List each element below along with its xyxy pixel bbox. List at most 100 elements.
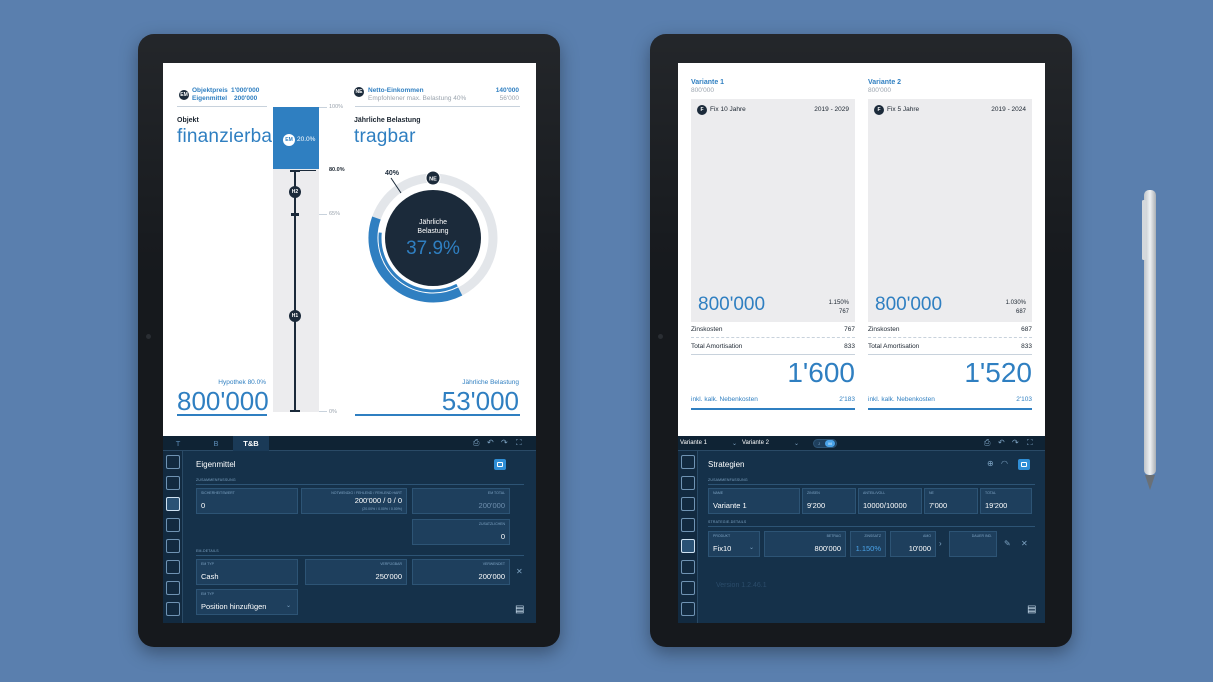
amo-field[interactable]: AMO 10'000 xyxy=(890,531,936,557)
variant2-card[interactable]: F Fix 5 Jahre 2019 - 2024 1.030% 687 800… xyxy=(868,99,1032,322)
em-typ-field[interactable]: EM TYP Cash xyxy=(196,559,298,585)
hypothek-value: 800'000 xyxy=(177,386,269,416)
camera-button[interactable] xyxy=(1018,459,1030,470)
zusammenfassung-label: ZUSAMMENFASSUNG xyxy=(708,478,748,482)
variant1-fix: Fix 10 Jahre xyxy=(710,106,746,113)
sidebar-house-icon[interactable] xyxy=(681,476,695,490)
jm-toggle[interactable]: J M xyxy=(813,439,837,448)
variant2-title: Variante 2 xyxy=(868,79,902,86)
tab-b[interactable]: B xyxy=(201,436,231,451)
jb-label: Jährliche Belastung xyxy=(462,379,519,386)
zinsen-field: ZINSEN 9'200 xyxy=(802,488,856,514)
zusammenfassung-label: ZUSAMMENFASSUNG xyxy=(196,478,236,482)
verwendet-field[interactable]: VERWENDET 200'000 xyxy=(412,559,510,585)
zusatz-field[interactable]: ZUSATZLICHEN 0 xyxy=(412,519,510,545)
fullscreen-icon[interactable]: ⛶ xyxy=(516,438,522,448)
sidebar-file-icon[interactable] xyxy=(681,602,695,616)
redo-icon[interactable]: ↷ xyxy=(501,438,508,447)
empf-label: Empfohlener max. Belastung 40% xyxy=(368,95,467,102)
variant-select-1[interactable]: Variante 1 xyxy=(680,440,707,446)
sidebar-document-icon[interactable] xyxy=(681,581,695,595)
right-tablet: Variante 1 800'000 F Fix 10 Jahre 2019 -… xyxy=(650,34,1072,647)
print-icon[interactable]: ⎙ xyxy=(473,438,479,448)
belastung-status: tragbar xyxy=(354,126,416,147)
position-add-field[interactable]: EM TYP Position hinzufügen ⌄ xyxy=(196,589,298,615)
stylus-pen xyxy=(1142,190,1156,490)
sidebar-house-icon[interactable] xyxy=(166,476,180,490)
jb-value: 53'000 xyxy=(441,386,519,416)
verfuegbar-field[interactable]: VERFÜGBAR 250'000 xyxy=(305,559,407,585)
chevron-right-icon[interactable]: › xyxy=(939,539,942,548)
belastung-donut: 40% NE Jährliche Belastung 37.9% xyxy=(368,170,498,303)
sidebar-person-icon[interactable] xyxy=(166,455,180,469)
zinssatz-field[interactable]: ZINSSATZ 1.150% xyxy=(850,531,886,557)
anteil-field: ANTEIL/VOLL 10000/10000 xyxy=(858,488,922,514)
variant2-sub: 800'000 xyxy=(868,87,891,94)
sidebar-money-icon[interactable] xyxy=(166,518,180,532)
fix-badge: F xyxy=(697,105,707,115)
chevron-down-icon: ⌄ xyxy=(285,603,291,609)
variant2-amount: 800'000 xyxy=(875,294,943,315)
export-icon[interactable]: ▤ xyxy=(1027,604,1036,615)
name-field[interactable]: NAME Variante 1 xyxy=(708,488,800,514)
fullscreen-icon[interactable]: ⛶ xyxy=(1027,438,1033,448)
toggle-on-label: M xyxy=(825,440,835,447)
edit-icon[interactable]: ✎ xyxy=(1004,539,1011,548)
add-icon[interactable]: ⊕ xyxy=(987,459,994,468)
camera-button[interactable] xyxy=(494,459,506,470)
right-camera xyxy=(658,334,663,339)
sidebar-chart-icon[interactable] xyxy=(681,539,695,553)
sidebar-document-icon[interactable] xyxy=(166,581,180,595)
eigenmittel-label: Eigenmittel xyxy=(192,95,228,102)
sidebar-docs-icon[interactable] xyxy=(681,560,695,574)
sidebar-person-icon[interactable] xyxy=(681,455,695,469)
sicherheitswert-field[interactable]: SICHERHEITSWERT 0 xyxy=(196,488,298,514)
variant1-pct: 1.150% xyxy=(828,300,849,306)
v2-incl-value: 2'103 xyxy=(1016,396,1032,403)
v1-zins-value: 767 xyxy=(844,326,855,333)
version-label: Version 1.2.46.1 xyxy=(716,582,767,589)
left-app-panel: T B T&B ⎙ ↶ ↷ ⛶ Eigenmittel ZUSAMMENFASS… xyxy=(163,436,536,623)
donut-40-label: 40% xyxy=(385,170,400,177)
v1-incl-label: inkl. kalk. Nebenkosten xyxy=(691,396,758,403)
betrag-field[interactable]: BETRAG 800'000 xyxy=(764,531,846,557)
h2-badge: H2 xyxy=(289,186,301,198)
donut-center-label-2: Belastung xyxy=(417,228,448,235)
variant-select-2[interactable]: Variante 2 xyxy=(742,440,769,446)
v2-amort-label: Total Amortisation xyxy=(868,343,920,350)
print-icon[interactable]: ⎙ xyxy=(984,438,990,448)
sidebar-eigenmittel-icon[interactable] xyxy=(681,497,695,511)
ne-field: NE 7'000 xyxy=(924,488,978,514)
variant2-small: 687 xyxy=(1015,309,1026,315)
sidebar-file-icon[interactable] xyxy=(166,602,180,616)
belastung-label: Jährliche Belastung xyxy=(354,117,421,124)
export-icon[interactable]: ▤ xyxy=(515,604,524,615)
sidebar-money-icon[interactable] xyxy=(681,518,695,532)
em-total-field: EM TOTAL 200'000 xyxy=(412,488,510,514)
hypothek-line xyxy=(294,171,296,411)
remove-row-icon[interactable]: ✕ xyxy=(516,567,523,576)
undo-icon[interactable]: ↶ xyxy=(487,438,494,447)
bar-top-pct: 100% xyxy=(329,104,344,110)
tab-tb[interactable]: T&B xyxy=(233,436,269,451)
produkt-field[interactable]: PRODUKT Fix10 ⌄ xyxy=(708,531,760,557)
notwendig-field[interactable]: NOTWENDIG / FEHLEND / FEHLEND HART 200'0… xyxy=(301,488,407,514)
dauer-field[interactable]: DAUER IND. xyxy=(949,531,997,557)
undo-icon[interactable]: ↶ xyxy=(998,438,1005,447)
sidebar-eigenmittel-icon[interactable] xyxy=(166,497,180,511)
right-sidebar xyxy=(678,451,698,623)
variant2-years: 2019 - 2024 xyxy=(991,106,1026,113)
tab-t[interactable]: T xyxy=(163,436,193,451)
close-icon[interactable]: ✕ xyxy=(1021,539,1028,548)
chevron-down-icon: ⌄ xyxy=(732,441,738,447)
sidebar-chart-icon[interactable] xyxy=(166,539,180,553)
redo-icon[interactable]: ↷ xyxy=(1012,438,1019,447)
sidebar-docs-icon[interactable] xyxy=(166,560,180,574)
variant1-amount: 800'000 xyxy=(698,294,766,315)
view-icon[interactable]: ◠ xyxy=(1001,459,1008,468)
bar-bottom-pct: 0% xyxy=(329,409,337,415)
bar-tick-65 xyxy=(291,213,299,216)
variant1-card[interactable]: F Fix 10 Jahre 2019 - 2029 1.150% 767 80… xyxy=(691,99,855,322)
right-screen: Variante 1 800'000 F Fix 10 Jahre 2019 -… xyxy=(678,63,1045,623)
variant1-years: 2019 - 2029 xyxy=(814,106,849,113)
